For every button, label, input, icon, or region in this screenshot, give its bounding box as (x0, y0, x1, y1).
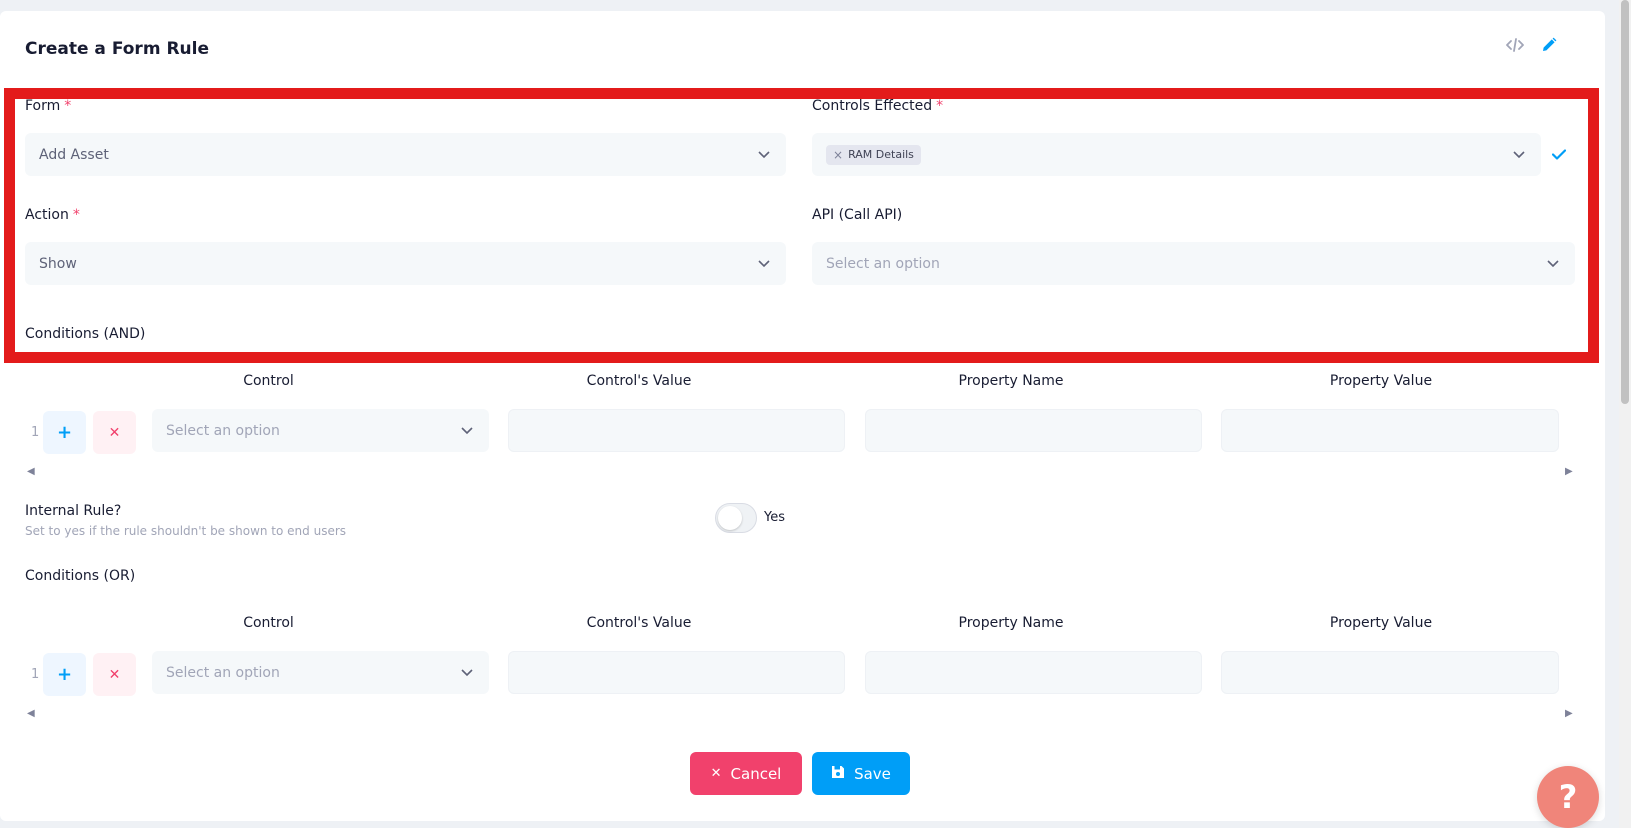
internal-rule-label: Internal Rule? (25, 503, 122, 519)
api-select[interactable]: Select an option (812, 242, 1575, 285)
condition-control-placeholder: Select an option (166, 422, 280, 439)
controls-effected-select[interactable]: × RAM Details (812, 133, 1541, 176)
condition-control-select[interactable]: Select an option (152, 651, 489, 694)
property-value-input[interactable] (1221, 409, 1559, 452)
condition-control-select[interactable]: Select an option (152, 409, 489, 452)
column-header-control: Control (243, 373, 294, 389)
form-select[interactable]: Add Asset (25, 133, 786, 176)
plus-icon: + (56, 664, 73, 685)
internal-rule-description: Set to yes if the rule shouldn't be show… (25, 524, 347, 538)
tag-ram-details: × RAM Details (826, 144, 921, 165)
action-select[interactable]: Show (25, 242, 786, 285)
controls-value-input[interactable] (508, 651, 845, 694)
column-header-control: Control (243, 615, 294, 631)
controls-value-input[interactable] (508, 409, 845, 452)
column-header-property-name: Property Name (958, 373, 1064, 389)
row-number: 1 (31, 425, 40, 440)
toggle-knob (718, 506, 742, 530)
chevron-down-icon (459, 665, 475, 681)
remove-tag-icon[interactable]: × (833, 148, 843, 162)
action-label: Action * (25, 207, 80, 223)
internal-rule-toggle[interactable] (715, 503, 757, 533)
close-icon: ✕ (108, 666, 121, 683)
scroll-right-icon[interactable]: ▶ (1565, 708, 1573, 719)
remove-condition-button[interactable]: ✕ (93, 411, 136, 454)
form-select-value: Add Asset (39, 146, 109, 163)
property-name-input[interactable] (865, 409, 1202, 452)
column-header-property-value: Property Value (1329, 615, 1433, 631)
chevron-down-icon (756, 147, 772, 163)
help-button[interactable]: ? (1537, 766, 1599, 828)
pencil-icon[interactable] (1539, 35, 1559, 55)
code-icon[interactable] (1505, 35, 1525, 55)
action-select-value: Show (39, 255, 77, 272)
cancel-button-label: Cancel (730, 764, 782, 783)
add-condition-button[interactable]: + (43, 411, 86, 454)
question-icon: ? (1558, 778, 1578, 816)
cancel-button[interactable]: ✕ Cancel (690, 752, 802, 795)
chevron-down-icon (756, 256, 772, 272)
close-icon: ✕ (108, 424, 121, 441)
tag-label: RAM Details (848, 148, 914, 161)
chevron-down-icon (1511, 147, 1527, 163)
conditions-and-title: Conditions (AND) (25, 326, 146, 342)
form-label: Form * (25, 98, 72, 114)
page-title: Create a Form Rule (25, 39, 209, 59)
api-label: API (Call API) (812, 207, 903, 223)
save-button[interactable]: Save (812, 752, 910, 795)
conditions-or-title: Conditions (OR) (25, 568, 136, 584)
property-name-input[interactable] (865, 651, 1202, 694)
column-header-property-value: Property Value (1329, 373, 1433, 389)
scroll-left-icon[interactable]: ◀ (27, 708, 35, 719)
save-button-label: Save (854, 764, 891, 783)
chevron-down-icon (459, 423, 475, 439)
controls-effected-label: Controls Effected * (812, 98, 944, 114)
chevron-down-icon (1545, 256, 1561, 272)
column-header-property-name: Property Name (958, 615, 1064, 631)
condition-control-placeholder: Select an option (166, 664, 280, 681)
remove-condition-button[interactable]: ✕ (93, 653, 136, 696)
floppy-disk-icon (831, 765, 845, 783)
column-header-controls-value: Control's Value (586, 615, 692, 631)
highlight-box (4, 88, 1599, 363)
property-value-input[interactable] (1221, 651, 1559, 694)
scrollbar-thumb[interactable] (1621, 0, 1629, 404)
check-icon[interactable] (1549, 144, 1569, 164)
column-header-controls-value: Control's Value (586, 373, 692, 389)
plus-icon: + (56, 422, 73, 443)
controls-effected-tags: × RAM Details (826, 144, 1511, 165)
scroll-left-icon[interactable]: ◀ (27, 466, 35, 477)
add-condition-button[interactable]: + (43, 653, 86, 696)
toggle-yes-label: Yes (764, 510, 785, 525)
row-number: 1 (31, 667, 40, 682)
close-icon: ✕ (710, 766, 722, 781)
api-select-placeholder: Select an option (826, 255, 940, 272)
scroll-right-icon[interactable]: ▶ (1565, 466, 1573, 477)
